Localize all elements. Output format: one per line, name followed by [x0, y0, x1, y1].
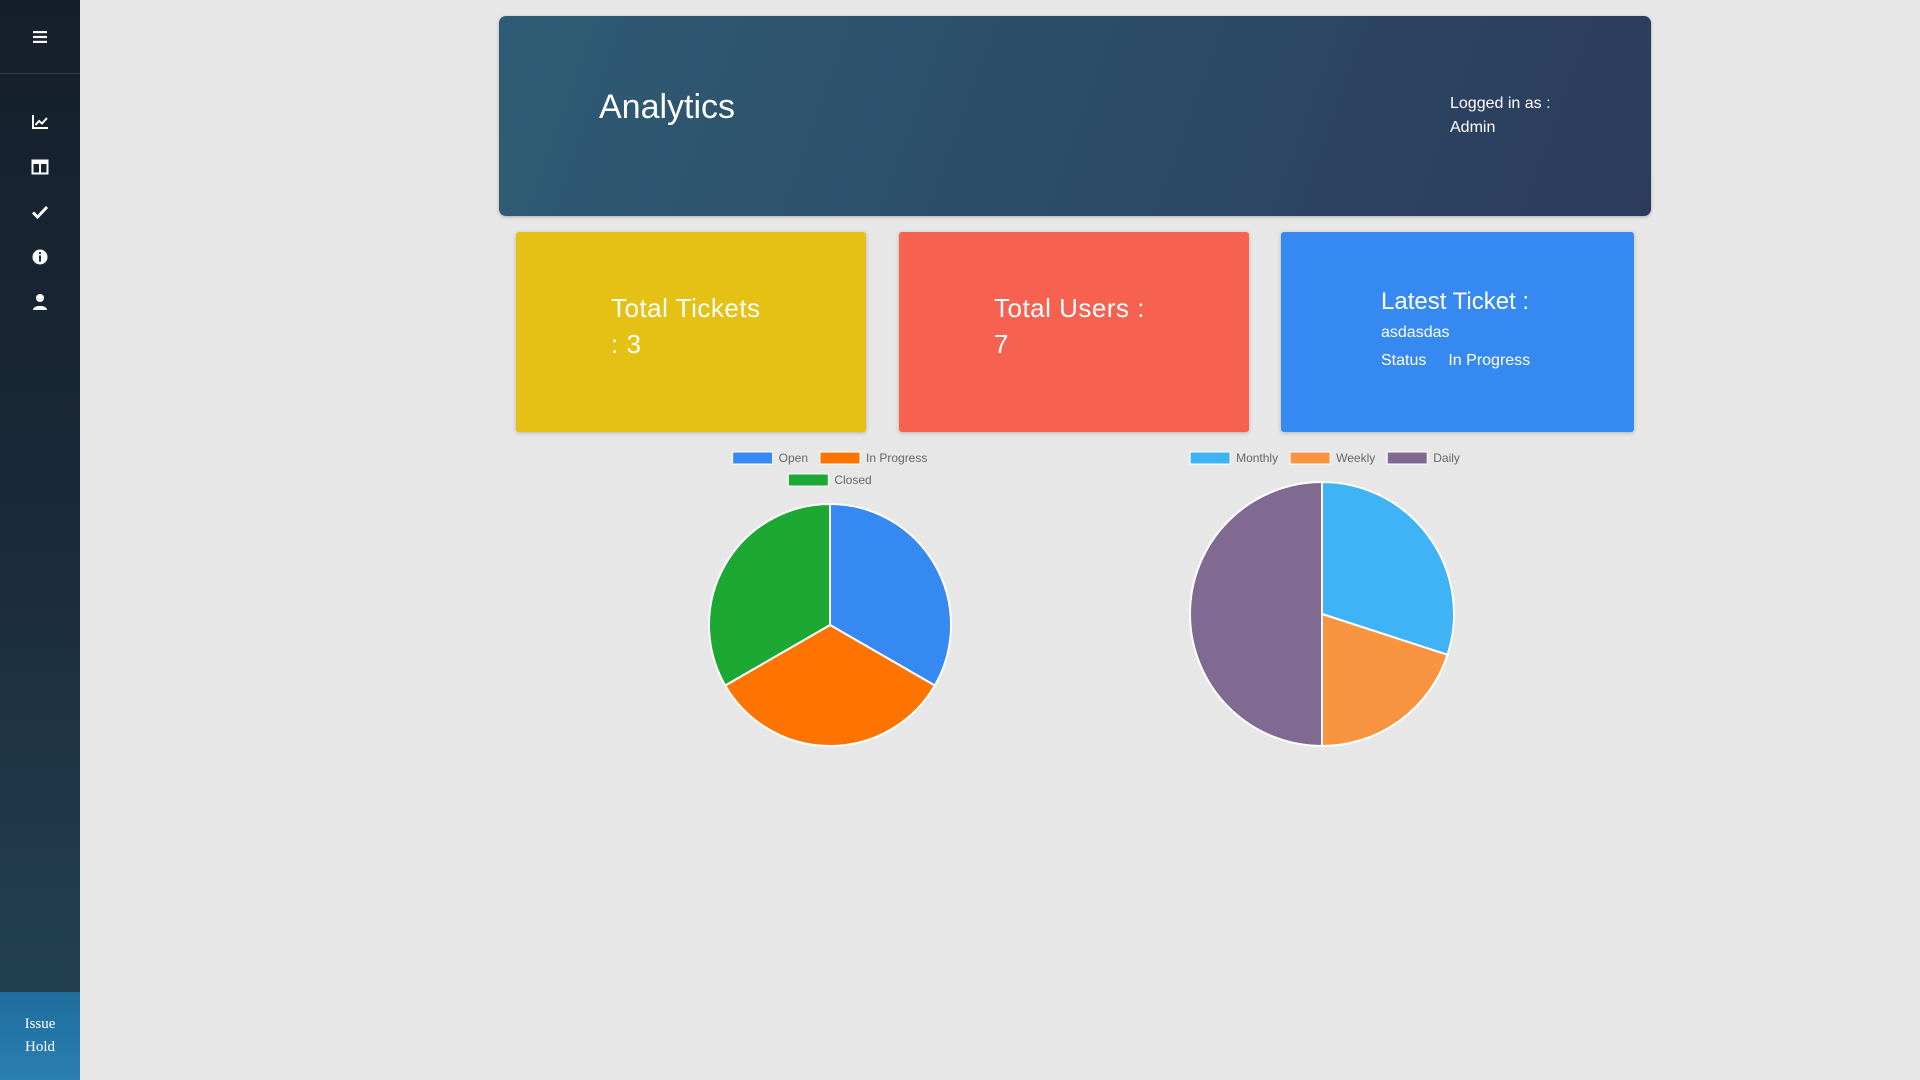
logged-in-label: Logged in as :	[1450, 95, 1551, 112]
logged-in-info: Logged in as : Admin	[1450, 92, 1551, 140]
info-icon	[32, 249, 48, 265]
latest-ticket-card: Latest Ticket : asdasdas Status In Progre…	[1281, 232, 1634, 432]
user-icon	[33, 294, 47, 310]
legend-swatch-closed[interactable]	[787, 473, 829, 487]
sidebar-item-analytics[interactable]	[0, 100, 80, 144]
legend-label-monthly[interactable]: Monthly	[1236, 451, 1278, 465]
ticket-status-pie-chart: Open In Progress Closed	[708, 451, 952, 747]
status-label: Status	[1381, 352, 1427, 369]
legend-swatch-weekly[interactable]	[1289, 451, 1331, 465]
brand-line-2: Hold	[25, 1039, 55, 1055]
legend-swatch-daily[interactable]	[1386, 451, 1428, 465]
latest-ticket-name: asdasdas	[1381, 324, 1450, 341]
logged-in-user: Admin	[1450, 119, 1496, 136]
page-header: Analytics Logged in as : Admin	[499, 16, 1651, 216]
sidebar-item-profile[interactable]	[0, 280, 80, 324]
total-tickets-label: Total Tickets	[611, 293, 761, 323]
total-users-label: Total Users :	[994, 293, 1145, 323]
total-users-value: 7	[994, 329, 1009, 359]
total-tickets-card: Total Tickets : 3	[516, 232, 866, 432]
sidebar-item-tasks[interactable]	[0, 190, 80, 234]
pie-slice-daily[interactable]	[1189, 480, 1323, 748]
legend-swatch-in-progress[interactable]	[819, 451, 861, 465]
legend-label-open[interactable]: Open	[779, 451, 808, 465]
line-chart-icon	[32, 115, 48, 129]
period-pie-chart: Monthly Weekly Daily	[1189, 451, 1460, 748]
legend-swatch-monthly[interactable]	[1189, 451, 1231, 465]
total-tickets-value: : 3	[611, 329, 642, 359]
status-value: In Progress	[1448, 352, 1531, 369]
page-title: Analytics	[599, 88, 736, 126]
latest-ticket-status: Status In Progress	[1381, 352, 1552, 370]
total-users-card: Total Users : 7	[899, 232, 1249, 432]
legend-label-closed[interactable]: Closed	[834, 473, 871, 487]
sidebar-toggle-button[interactable]	[0, 0, 80, 74]
brand-line-1: Issue	[24, 1016, 56, 1032]
legend-label-in-progress[interactable]: In Progress	[866, 451, 927, 465]
sidebar-brand-issue-hold[interactable]: Issue Hold	[0, 992, 80, 1080]
sidebar-item-info[interactable]	[0, 235, 80, 279]
check-icon	[31, 205, 49, 220]
legend-swatch-open[interactable]	[732, 451, 774, 465]
hamburger-icon	[33, 30, 47, 43]
latest-ticket-title: Latest Ticket :	[1381, 288, 1530, 315]
sidebar-item-tables[interactable]	[0, 145, 80, 189]
sidebar: Issue Hold	[0, 0, 80, 1080]
legend-label-weekly[interactable]: Weekly	[1336, 451, 1375, 465]
table-icon	[31, 159, 49, 175]
legend-label-daily[interactable]: Daily	[1433, 451, 1460, 465]
